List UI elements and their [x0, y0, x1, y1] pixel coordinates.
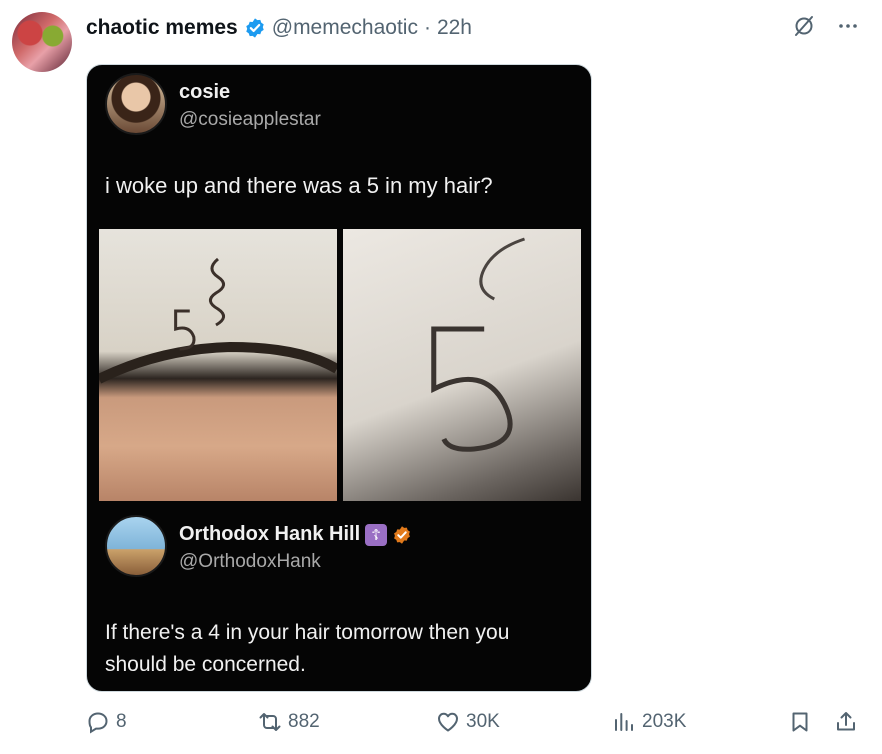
reply-button[interactable]: 8 — [86, 710, 127, 734]
repost-count: 882 — [288, 711, 320, 732]
like-count: 30K — [466, 711, 500, 732]
author-name[interactable]: chaotic memes — [86, 16, 238, 40]
share-button[interactable] — [834, 710, 858, 734]
orthodox-cross-icon: ☦ — [365, 523, 388, 546]
reply-text: If there's a 4 in your hair tomorrow the… — [105, 621, 510, 676]
post-time[interactable]: 22h — [437, 16, 472, 40]
dot-separator: · — [423, 16, 431, 39]
quoted-name: cosie — [179, 81, 231, 103]
hair-photo-right — [343, 229, 581, 501]
views-button[interactable]: 203K — [612, 710, 686, 734]
quoted-handle: @cosieapplestar — [179, 109, 321, 130]
repost-button[interactable]: 882 — [258, 710, 320, 734]
reply-icon — [88, 712, 108, 734]
like-button[interactable]: 30K — [436, 710, 500, 734]
views-chart-icon — [615, 713, 633, 731]
bookmark-button[interactable] — [788, 710, 812, 734]
repost-icon — [259, 713, 281, 731]
quoted-avatar — [105, 73, 167, 135]
reply-avatar — [105, 515, 167, 577]
hair-photos — [99, 229, 581, 501]
author-avatar[interactable] — [12, 12, 72, 72]
reply-name: Orthodox Hank Hill — [179, 523, 361, 545]
more-options-icon[interactable] — [836, 14, 860, 38]
post-image[interactable]: cosie @cosieapplestar i woke up and ther… — [86, 64, 592, 692]
heart-icon — [438, 712, 458, 732]
quoted-text: i woke up and there was a 5 in my hair? — [105, 173, 493, 198]
hair-photo-left — [99, 229, 337, 501]
verified-badge-icon — [246, 18, 264, 38]
post-top-actions — [792, 14, 860, 38]
author-handle[interactable]: @memechaotic — [272, 16, 418, 40]
action-bar: 8 882 30K 203K — [86, 710, 866, 740]
reply-count: 8 — [116, 711, 127, 732]
grok-icon[interactable] — [792, 14, 816, 38]
share-icon — [837, 712, 855, 731]
reply-handle: @OrthodoxHank — [179, 551, 321, 572]
reply-name-row: Orthodox Hank Hill ☦ — [179, 523, 412, 546]
verified-orange-icon — [394, 525, 411, 544]
bookmark-icon — [792, 712, 808, 732]
post-header: chaotic memes @memechaotic · 22h — [86, 14, 472, 42]
views-count: 203K — [642, 711, 687, 732]
